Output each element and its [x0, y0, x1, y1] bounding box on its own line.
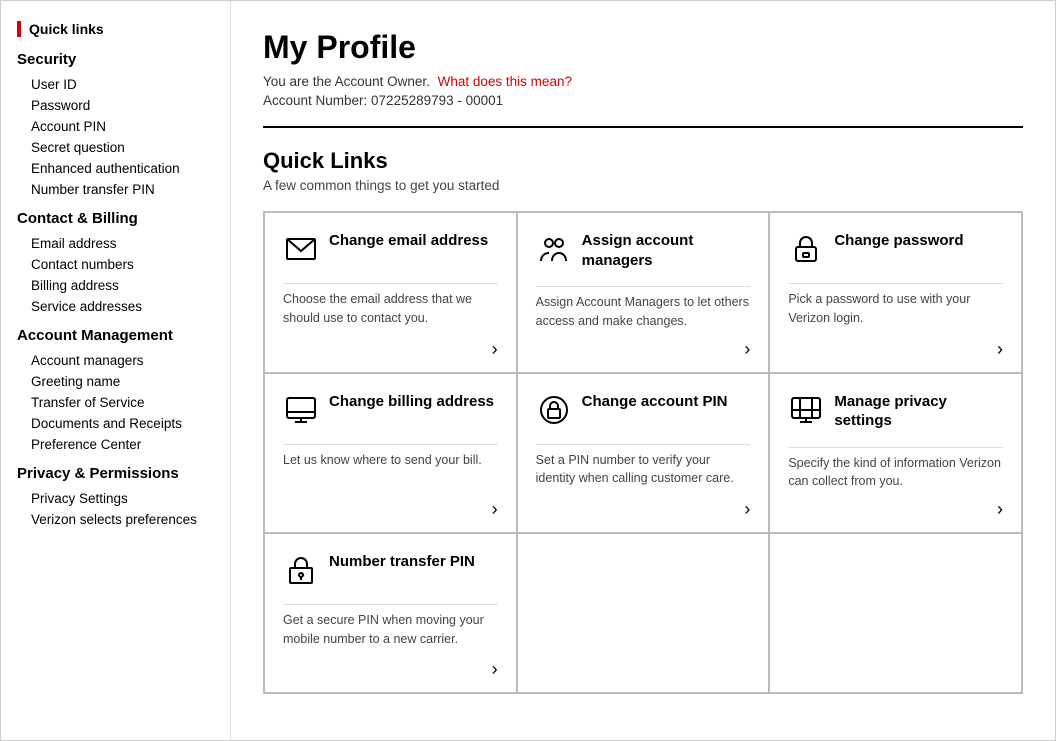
- people-icon: [536, 231, 572, 267]
- card-change-pin-arrow: ›: [536, 499, 751, 520]
- card-change-billing-arrow: ›: [283, 499, 498, 520]
- card-manage-privacy[interactable]: Manage privacy settings Specify the kind…: [769, 373, 1022, 534]
- card-change-password-title: Change password: [834, 231, 963, 251]
- envelope-icon: [283, 231, 319, 267]
- sidebar-item-transfer-service[interactable]: Transfer of Service: [17, 392, 214, 413]
- account-owner-text: You are the Account Owner.: [263, 74, 430, 89]
- privacy-screen-icon: [788, 392, 824, 428]
- card-change-billing-title: Change billing address: [329, 392, 494, 412]
- quick-links-subtitle: A few common things to get you started: [263, 178, 1023, 193]
- sidebar-item-secret-question[interactable]: Secret question: [17, 137, 214, 158]
- account-owner-line: You are the Account Owner. What does thi…: [263, 74, 1023, 89]
- card-assign-managers-arrow: ›: [536, 339, 751, 360]
- sidebar-section-contact-billing: Contact & Billing: [17, 210, 214, 227]
- card-change-email-header: Change email address: [283, 231, 498, 267]
- card-change-pin[interactable]: Change account PIN Set a PIN number to v…: [517, 373, 770, 534]
- card-manage-privacy-arrow: ›: [788, 499, 1003, 520]
- main-content: My Profile You are the Account Owner. Wh…: [231, 1, 1055, 740]
- sidebar-section-account-management: Account Management: [17, 327, 214, 344]
- sidebar-item-documents-receipts[interactable]: Documents and Receipts: [17, 413, 214, 434]
- sidebar-item-userid[interactable]: User ID: [17, 74, 214, 95]
- account-number-line: Account Number: 07225289793 - 00001: [263, 93, 1023, 108]
- card-assign-managers-header: Assign account managers: [536, 231, 751, 270]
- sidebar-item-password[interactable]: Password: [17, 95, 214, 116]
- card-change-password-desc: Pick a password to use with your Verizon…: [788, 283, 1003, 331]
- lock-square-icon: [283, 552, 319, 588]
- sidebar-item-billing-address[interactable]: Billing address: [17, 275, 214, 296]
- quick-links-title: Quick Links: [263, 148, 1023, 174]
- card-assign-managers-desc: Assign Account Managers to let others ac…: [536, 286, 751, 331]
- section-divider: [263, 126, 1023, 128]
- lock-circle-icon: [536, 392, 572, 428]
- card-change-billing-desc: Let us know where to send your bill.: [283, 444, 498, 492]
- card-change-billing[interactable]: Change billing address Let us know where…: [264, 373, 517, 534]
- page-title: My Profile: [263, 29, 1023, 66]
- sidebar-item-number-transfer-pin[interactable]: Number transfer PIN: [17, 179, 214, 200]
- sidebar-item-account-pin[interactable]: Account PIN: [17, 116, 214, 137]
- sidebar-section-security: Security: [17, 51, 214, 68]
- card-change-email-title: Change email address: [329, 231, 488, 251]
- card-change-pin-desc: Set a PIN number to verify your identity…: [536, 444, 751, 492]
- sidebar-item-contact-numbers[interactable]: Contact numbers: [17, 254, 214, 275]
- sidebar-item-email-address[interactable]: Email address: [17, 233, 214, 254]
- sidebar-item-enhanced-auth[interactable]: Enhanced authentication: [17, 158, 214, 179]
- card-number-transfer-pin-desc: Get a secure PIN when moving your mobile…: [283, 604, 498, 651]
- card-change-password-arrow: ›: [788, 339, 1003, 360]
- card-number-transfer-pin-title: Number transfer PIN: [329, 552, 475, 572]
- card-assign-managers[interactable]: Assign account managers Assign Account M…: [517, 212, 770, 373]
- card-number-transfer-pin-header: Number transfer PIN: [283, 552, 498, 588]
- card-assign-managers-title: Assign account managers: [582, 231, 751, 270]
- sidebar-item-privacy-settings[interactable]: Privacy Settings: [17, 488, 214, 509]
- empty-cell-row3-col3: [769, 533, 1022, 693]
- card-number-transfer-pin-arrow: ›: [283, 659, 498, 680]
- card-change-password-header: Change password: [788, 231, 1003, 267]
- sidebar-section-privacy-permissions: Privacy & Permissions: [17, 465, 214, 482]
- cards-grid: Change email address Choose the email ad…: [263, 211, 1023, 694]
- empty-cell-row3-col2: [517, 533, 770, 693]
- red-bar-icon: [17, 21, 21, 37]
- card-change-pin-title: Change account PIN: [582, 392, 728, 412]
- monitor-icon: [283, 392, 319, 428]
- card-manage-privacy-title: Manage privacy settings: [834, 392, 1003, 431]
- card-change-pin-header: Change account PIN: [536, 392, 751, 428]
- card-change-email-desc: Choose the email address that we should …: [283, 283, 498, 331]
- lock-icon: [788, 231, 824, 267]
- sidebar-item-verizon-selects[interactable]: Verizon selects preferences: [17, 509, 214, 530]
- card-change-email-arrow: ›: [283, 339, 498, 360]
- sidebar-item-account-managers[interactable]: Account managers: [17, 350, 214, 371]
- sidebar-quick-links-header: Quick links: [17, 21, 214, 37]
- card-change-billing-header: Change billing address: [283, 392, 498, 428]
- card-manage-privacy-header: Manage privacy settings: [788, 392, 1003, 431]
- sidebar-item-preference-center[interactable]: Preference Center: [17, 434, 214, 455]
- sidebar: Quick links Security User ID Password Ac…: [1, 1, 231, 740]
- sidebar-item-service-addresses[interactable]: Service addresses: [17, 296, 214, 317]
- card-change-password[interactable]: Change password Pick a password to use w…: [769, 212, 1022, 373]
- sidebar-quick-links-label: Quick links: [29, 21, 104, 37]
- card-change-email[interactable]: Change email address Choose the email ad…: [264, 212, 517, 373]
- account-owner-link[interactable]: What does this mean?: [438, 74, 572, 89]
- sidebar-item-greeting-name[interactable]: Greeting name: [17, 371, 214, 392]
- card-manage-privacy-desc: Specify the kind of information Verizon …: [788, 447, 1003, 492]
- card-number-transfer-pin[interactable]: Number transfer PIN Get a secure PIN whe…: [264, 533, 517, 693]
